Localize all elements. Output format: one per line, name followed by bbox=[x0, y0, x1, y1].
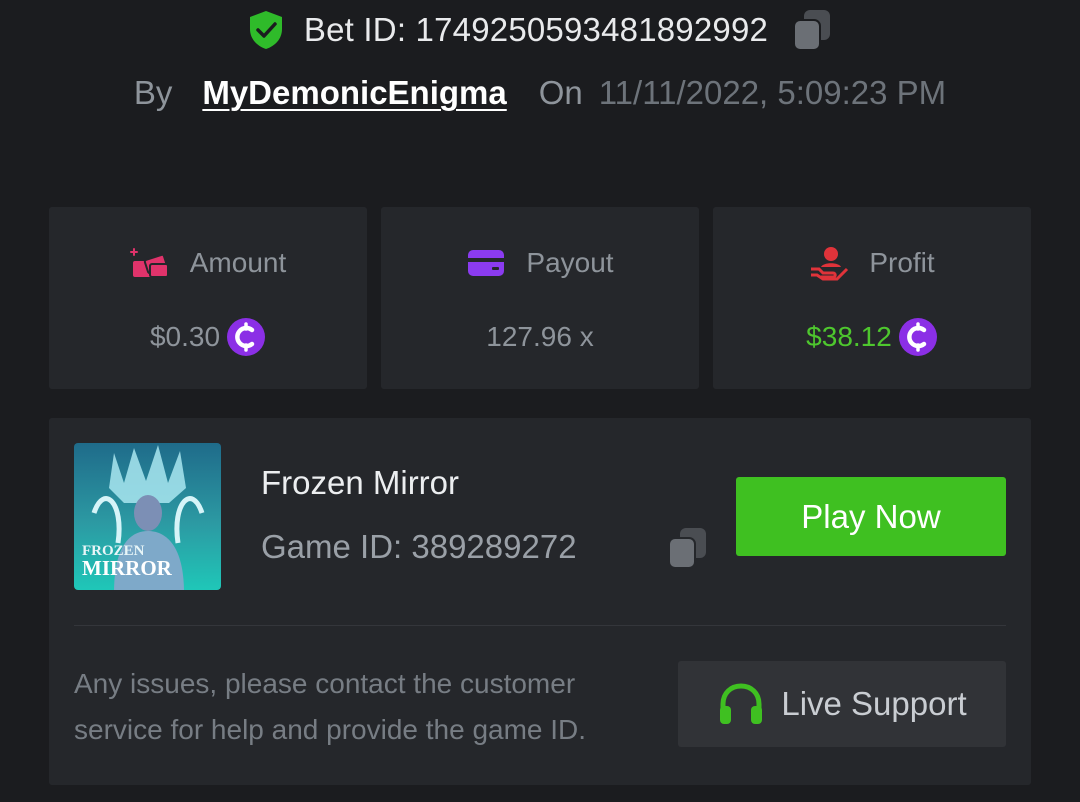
copy-bet-id-icon[interactable] bbox=[792, 8, 832, 52]
bet-timestamp: 11/11/2022, 5:09:23 PM bbox=[598, 74, 947, 111]
card-icon bbox=[468, 250, 505, 276]
bet-id-text: Bet ID: 1749250593481892992 bbox=[303, 11, 769, 48]
headset-icon bbox=[720, 683, 763, 724]
stat-card-amount: Amount $0.30 bbox=[49, 207, 367, 389]
game-title: Frozen Mirror bbox=[261, 464, 460, 501]
on-label: On bbox=[538, 74, 583, 111]
game-id-text: Game ID: 389289272 bbox=[261, 528, 577, 565]
stat-value-amount: $0.30 bbox=[149, 321, 221, 352]
live-support-label: Live Support bbox=[781, 685, 967, 722]
live-support-button[interactable]: Live Support bbox=[678, 661, 1006, 747]
stat-value-profit: $38.12 bbox=[806, 321, 892, 352]
bet-stats: Amount $0.30 Payout 127.96 x Profit $38.… bbox=[49, 207, 1031, 389]
game-thumbnail[interactable]: FROZEN MIRROR bbox=[74, 443, 221, 590]
thumb-title-line2: MIRROR bbox=[82, 556, 173, 580]
bet-id-row: Bet ID: 1749250593481892992 bbox=[0, 6, 1080, 54]
stat-label-amount: Amount bbox=[189, 247, 287, 278]
stat-value-payout: 127.96 x bbox=[486, 321, 594, 352]
stat-card-payout: Payout 127.96 x bbox=[381, 207, 699, 389]
bet-author-row: By MyDemonicEnigma On 11/11/2022, 5:09:2… bbox=[0, 70, 1080, 116]
by-label: By bbox=[133, 74, 173, 111]
bet-details-page: Bet ID: 1749250593481892992 By MyDemonic… bbox=[0, 0, 1080, 802]
play-now-button[interactable]: Play Now bbox=[736, 477, 1006, 556]
stat-label-profit: Profit bbox=[869, 247, 935, 278]
coin-icon bbox=[227, 318, 266, 356]
coin-icon bbox=[898, 318, 937, 356]
username-link[interactable]: MyDemonicEnigma bbox=[202, 74, 506, 112]
money-stack-icon bbox=[129, 248, 169, 278]
copy-game-id-icon[interactable] bbox=[667, 526, 709, 570]
support-notice: Any issues, please contact the customer … bbox=[74, 668, 587, 745]
divider bbox=[74, 625, 1006, 626]
game-panel: FROZEN MIRROR Frozen Mirror Game ID: 389… bbox=[49, 418, 1031, 785]
stat-card-profit: Profit $38.12 bbox=[713, 207, 1031, 389]
shield-check-icon bbox=[249, 11, 282, 49]
hand-user-icon bbox=[811, 247, 849, 281]
stat-label-payout: Payout bbox=[526, 247, 614, 278]
